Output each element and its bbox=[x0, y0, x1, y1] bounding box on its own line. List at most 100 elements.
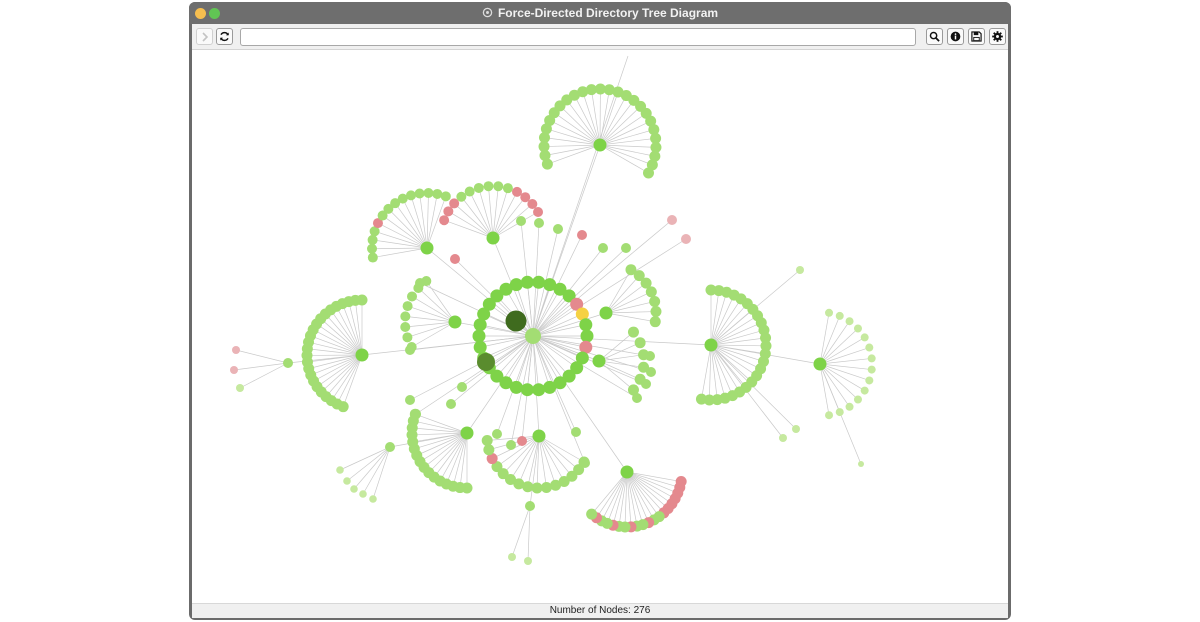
title-bar[interactable]: Force-Directed Directory Tree Diagram bbox=[189, 2, 1011, 24]
file-node[interactable] bbox=[405, 345, 415, 355]
search-button[interactable] bbox=[926, 28, 943, 45]
file-node[interactable] bbox=[516, 216, 526, 226]
file-node[interactable] bbox=[414, 188, 425, 199]
file-node[interactable] bbox=[367, 234, 378, 245]
file-node[interactable] bbox=[400, 321, 411, 332]
file-node[interactable] bbox=[632, 393, 642, 403]
file-node[interactable] bbox=[646, 367, 656, 377]
center-node[interactable] bbox=[525, 328, 541, 344]
folder-node[interactable] bbox=[620, 465, 634, 479]
file-node[interactable] bbox=[367, 243, 378, 254]
file-node[interactable] bbox=[527, 198, 538, 209]
file-node[interactable] bbox=[634, 337, 646, 349]
file-node[interactable] bbox=[577, 230, 587, 240]
file-node[interactable] bbox=[867, 354, 876, 363]
file-node[interactable] bbox=[432, 188, 443, 199]
file-node[interactable] bbox=[835, 408, 844, 417]
file-node[interactable] bbox=[571, 427, 581, 437]
file-node[interactable] bbox=[642, 167, 654, 179]
file-node[interactable] bbox=[825, 411, 834, 420]
file-node[interactable] bbox=[695, 393, 707, 405]
folder-node[interactable] bbox=[520, 383, 534, 397]
file-node[interactable] bbox=[411, 409, 421, 419]
file-node[interactable] bbox=[506, 440, 516, 450]
file-node[interactable] bbox=[402, 301, 413, 312]
folder-node[interactable] bbox=[355, 348, 369, 362]
file-node[interactable] bbox=[405, 190, 416, 201]
file-node[interactable] bbox=[533, 207, 544, 217]
file-node[interactable] bbox=[464, 186, 475, 197]
file-node[interactable] bbox=[492, 429, 502, 439]
file-node[interactable] bbox=[627, 326, 639, 338]
file-node[interactable] bbox=[483, 181, 494, 192]
file-node[interactable] bbox=[457, 382, 467, 392]
file-node[interactable] bbox=[540, 481, 552, 493]
file-node[interactable] bbox=[580, 458, 590, 468]
file-node[interactable] bbox=[845, 317, 854, 326]
file-node[interactable] bbox=[779, 434, 787, 442]
folder-node[interactable] bbox=[813, 357, 827, 371]
folder-node[interactable] bbox=[579, 318, 593, 332]
file-node[interactable] bbox=[586, 508, 598, 520]
file-node[interactable] bbox=[550, 479, 562, 491]
file-node[interactable] bbox=[845, 402, 854, 411]
file-node[interactable] bbox=[860, 386, 869, 395]
folder-node[interactable] bbox=[704, 338, 718, 352]
directory-tree-graph[interactable] bbox=[192, 50, 1008, 603]
file-node[interactable] bbox=[524, 557, 532, 565]
file-node[interactable] bbox=[645, 286, 657, 298]
file-node[interactable] bbox=[621, 243, 631, 253]
file-node[interactable] bbox=[598, 243, 608, 253]
file-node[interactable] bbox=[681, 234, 691, 244]
address-input[interactable] bbox=[240, 28, 916, 46]
file-node[interactable] bbox=[283, 358, 293, 368]
folder-node[interactable] bbox=[592, 354, 606, 368]
folder-node[interactable] bbox=[509, 278, 523, 292]
hub-node[interactable] bbox=[477, 353, 495, 371]
file-node[interactable] bbox=[667, 215, 677, 225]
file-node[interactable] bbox=[860, 333, 869, 342]
file-node[interactable] bbox=[483, 444, 495, 456]
file-node[interactable] bbox=[400, 311, 411, 322]
file-node[interactable] bbox=[232, 346, 240, 354]
file-node[interactable] bbox=[415, 278, 425, 288]
root-node[interactable] bbox=[505, 310, 527, 332]
graph-canvas[interactable] bbox=[192, 50, 1008, 603]
file-node[interactable] bbox=[649, 316, 661, 328]
folder-node[interactable] bbox=[473, 340, 487, 354]
file-node[interactable] bbox=[367, 252, 378, 263]
file-node[interactable] bbox=[553, 224, 563, 234]
file-node[interactable] bbox=[359, 490, 367, 498]
file-node[interactable] bbox=[853, 324, 862, 333]
file-node[interactable] bbox=[650, 306, 662, 318]
save-button[interactable] bbox=[968, 28, 985, 45]
info-button[interactable] bbox=[947, 28, 964, 45]
file-node[interactable] bbox=[356, 294, 368, 306]
folder-node[interactable] bbox=[520, 275, 534, 289]
file-node[interactable] bbox=[405, 395, 415, 405]
folder-node[interactable] bbox=[532, 275, 546, 289]
file-node[interactable] bbox=[343, 477, 351, 485]
file-node[interactable] bbox=[512, 186, 523, 197]
file-node[interactable] bbox=[336, 466, 344, 474]
forward-button[interactable] bbox=[196, 28, 213, 45]
file-node[interactable] bbox=[835, 311, 844, 320]
file-node[interactable] bbox=[858, 461, 864, 467]
file-node[interactable] bbox=[439, 215, 450, 226]
folder-node[interactable] bbox=[532, 383, 546, 397]
folder-node[interactable] bbox=[580, 329, 594, 343]
file-node[interactable] bbox=[865, 343, 874, 352]
file-node[interactable] bbox=[534, 218, 544, 228]
folder-node[interactable] bbox=[532, 429, 546, 443]
file-node[interactable] bbox=[517, 436, 527, 446]
file-node[interactable] bbox=[502, 183, 513, 194]
file-node[interactable] bbox=[853, 395, 862, 404]
folder-node[interactable] bbox=[593, 138, 607, 152]
file-node[interactable] bbox=[230, 366, 238, 374]
file-node[interactable] bbox=[531, 482, 543, 494]
folder-node[interactable] bbox=[543, 380, 557, 394]
file-node[interactable] bbox=[402, 332, 413, 343]
settings-button[interactable] bbox=[989, 28, 1006, 45]
file-node[interactable] bbox=[641, 379, 651, 389]
refresh-button[interactable] bbox=[216, 28, 233, 45]
